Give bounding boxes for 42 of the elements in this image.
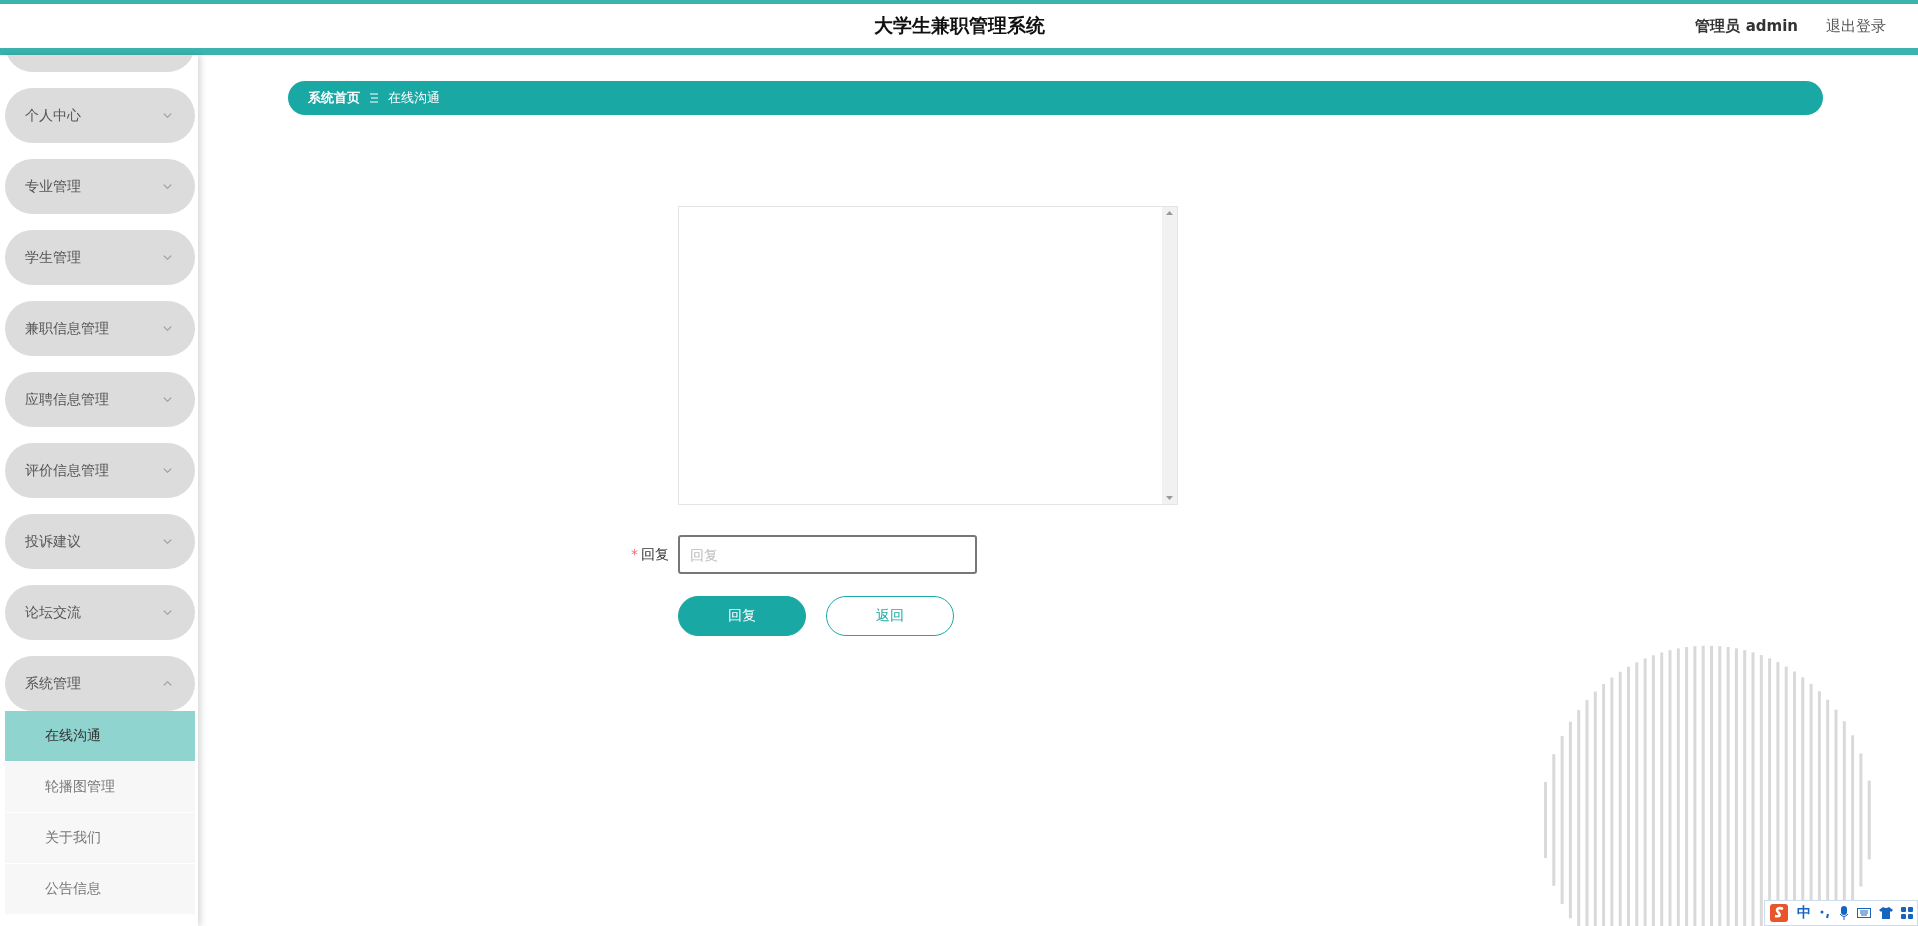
breadcrumb-link[interactable]: 在线沟通 [388, 89, 440, 107]
reply-label-text: 回复 [641, 545, 669, 564]
chevron-icon [162, 181, 173, 192]
chevron-icon [162, 394, 173, 405]
ime-logo-icon [1769, 903, 1789, 923]
menu-item[interactable]: 个人中心 [5, 88, 195, 143]
submenu-item[interactable]: 轮播图管理 [5, 762, 195, 812]
keyboard-icon[interactable] [1857, 907, 1871, 919]
scroll-down-icon [1166, 496, 1173, 500]
chevron-icon [162, 465, 173, 476]
menu-item[interactable]: 应聘信息管理 [5, 372, 195, 427]
submenu-item[interactable]: 公告信息 [5, 864, 195, 914]
submenu-item[interactable]: 在线沟通 [5, 711, 195, 761]
chevron-icon [162, 607, 173, 618]
grid-icon[interactable] [1901, 907, 1913, 919]
back-button[interactable]: 返回 [826, 596, 954, 636]
separator-icon [370, 93, 378, 103]
app-title: 大学生兼职管理系统 [873, 13, 1045, 38]
menu-item[interactable]: 系统管理 [5, 656, 195, 711]
menu-item[interactable]: 兼职信息管理 [5, 301, 195, 356]
required-mark: * [631, 545, 638, 564]
menu-item[interactable]: 专业管理 [5, 159, 195, 214]
menu-item[interactable]: 评价信息管理 [5, 443, 195, 498]
chevron-icon [162, 536, 173, 547]
microphone-icon[interactable] [1839, 906, 1849, 920]
scroll-up-icon [1166, 211, 1173, 215]
menu-item[interactable]: 论坛交流 [5, 585, 195, 640]
breadcrumb-link[interactable]: 系统首页 [308, 89, 360, 107]
chevron-icon [162, 110, 173, 121]
menu-item[interactable]: 学生管理 [5, 230, 195, 285]
submenu-item[interactable]: 关于我们 [5, 813, 195, 863]
reply-input[interactable]: 回复 [678, 535, 977, 574]
menu-item[interactable]: 投诉建议 [5, 514, 195, 569]
scrollbar[interactable] [1162, 207, 1177, 504]
user-label: 管理员 admin [1695, 16, 1798, 36]
shirt-icon[interactable] [1879, 907, 1893, 919]
ime-mode-label[interactable]: 中 [1797, 904, 1811, 922]
logout-link[interactable]: 退出登录 [1826, 16, 1886, 36]
reply-button[interactable]: 回复 [678, 596, 806, 636]
chevron-icon [162, 252, 173, 263]
chevron-icon [162, 678, 173, 689]
chevron-icon [162, 323, 173, 334]
